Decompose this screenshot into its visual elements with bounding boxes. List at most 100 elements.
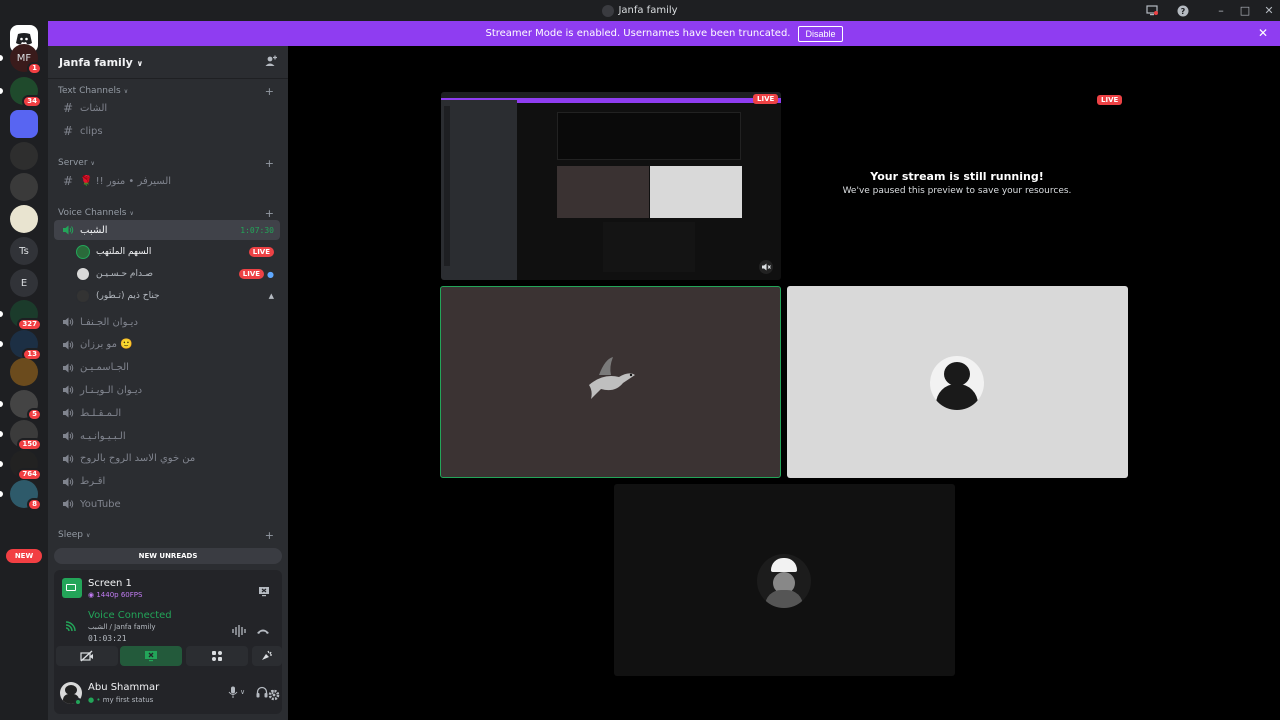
camera-toggle-button[interactable] [56, 646, 118, 666]
server-icon[interactable] [10, 142, 38, 170]
text-channel[interactable]: # clips [54, 121, 280, 141]
channel-name: الـبـيـوانـيـه [80, 430, 126, 442]
server-shield-icon[interactable] [10, 205, 38, 233]
avatar [76, 267, 90, 281]
mute-stream-icon[interactable] [759, 260, 773, 274]
monitor-icon[interactable] [1141, 0, 1163, 21]
voice-channel[interactable]: YouTube [54, 494, 280, 514]
create-channel-icon[interactable]: + [265, 157, 274, 170]
voice-user[interactable]: صـدام حـسـيـن LIVE ● [76, 264, 280, 284]
voice-channel[interactable]: ديـوان الـويـنـار [54, 380, 280, 400]
voice-channel[interactable]: الـمـقـلـط [54, 403, 280, 423]
server-header[interactable]: Janfa family ∨ [48, 46, 288, 79]
settings-gear-icon[interactable] [268, 686, 280, 705]
text-channel[interactable]: # الشات [54, 98, 280, 118]
stop-streaming-icon[interactable] [258, 582, 270, 601]
minimize-icon[interactable]: – [1210, 0, 1232, 21]
avatar [76, 289, 90, 303]
paused-preview-tile[interactable]: LIVE Your stream is still running! We've… [787, 92, 1127, 280]
preview-live-badge: LIVE [753, 94, 779, 104]
folder-icon[interactable] [10, 110, 38, 138]
server-e-icon[interactable]: E [10, 269, 38, 297]
server-icon[interactable] [10, 173, 38, 201]
voice-timer: 01:03:21 [88, 634, 127, 643]
preview-paused-subtitle: We've paused this preview to save your r… [842, 186, 1072, 196]
voice-user[interactable]: جناح ذيم (تـطور) ▲ [76, 286, 280, 306]
hashtag-icon: # [62, 124, 74, 138]
category-text-channels[interactable]: Text Channels ∨ + [58, 85, 276, 98]
channel-name: ديـوان الـويـنـار [80, 384, 143, 396]
hashtag-icon: # [62, 101, 74, 115]
voice-channel[interactable]: الجـاسمـيـن [54, 358, 280, 378]
voice-user-name: صـدام حـسـيـن [96, 269, 154, 279]
server-icon[interactable]: 150 [10, 420, 42, 451]
participant-tile-2[interactable] [787, 286, 1128, 478]
voice-user-name: جناح ذيم (تـطور) [96, 291, 160, 301]
server-mf-icon[interactable]: MF 1 [10, 44, 42, 75]
participant-avatar [930, 356, 984, 410]
new-servers-badge[interactable]: NEW [6, 549, 42, 563]
microphone-icon[interactable]: ∨ [228, 686, 245, 698]
screen-quality: ◉ 1440p 60FPS [88, 591, 142, 599]
mention-badge: 5 [27, 408, 42, 421]
voice-user[interactable]: السهم الملتهب LIVE [76, 242, 280, 262]
speaker-icon [60, 385, 76, 395]
category-label: Text Channels [58, 86, 121, 96]
username[interactable]: Abu Shammar [88, 682, 159, 693]
create-channel-icon[interactable]: + [265, 529, 274, 542]
new-unreads-button[interactable]: NEW UNREADS [54, 548, 282, 564]
voice-channel[interactable]: الـبـيـوانـيـه [54, 426, 280, 446]
server-icon[interactable]: 5 [10, 390, 42, 421]
channel-timer: 1:07:30 [240, 225, 274, 235]
voice-channel[interactable]: اقـرط [54, 472, 280, 492]
title-bar: Janfa family ? – □ ✕ [0, 0, 1280, 21]
voice-channel-active[interactable]: الشبب 1:07:30 [54, 220, 280, 240]
server-icon[interactable]: 13 [10, 330, 42, 361]
voice-channel[interactable]: من خوي الاسد الروح بالروح [54, 449, 280, 469]
category-sleep[interactable]: Sleep ∨ + [58, 529, 276, 542]
invite-people-icon[interactable] [265, 55, 277, 70]
server-green-icon[interactable]: 34 [10, 77, 42, 108]
create-channel-icon[interactable]: + [265, 207, 274, 220]
speaker-icon [60, 477, 76, 487]
stream-preview-tile[interactable]: LIVE [441, 92, 781, 280]
screen-thumbnail-icon [62, 578, 82, 598]
participant-tile-3[interactable] [614, 484, 955, 676]
disable-streamer-mode-button[interactable]: Disable [798, 25, 843, 42]
noise-suppression-icon[interactable] [232, 622, 246, 641]
screen-share-button[interactable] [120, 646, 182, 666]
voice-connection-panel: Voice Connected الشبب / Janfa family 01:… [54, 606, 282, 672]
mention-badge: 327 [17, 318, 42, 331]
activities-button[interactable] [186, 646, 248, 666]
soundboard-button[interactable] [252, 646, 282, 666]
channel-name: ديـوان الجـنفـا [80, 316, 138, 328]
live-badge: LIVE [248, 247, 274, 257]
category-label: Sleep [58, 530, 84, 540]
banner-close-icon[interactable]: ✕ [1258, 26, 1268, 40]
paused-live-badge: LIVE [1097, 95, 1123, 105]
disconnect-icon[interactable] [256, 622, 270, 641]
create-channel-icon[interactable]: + [265, 85, 274, 98]
channel-name: مو برزان 🙂 [80, 339, 133, 351]
svg-text:?: ? [1181, 7, 1186, 16]
help-icon[interactable]: ? [1172, 0, 1194, 21]
voice-channel[interactable]: ديـوان الجـنفـا [54, 312, 280, 332]
server-icon[interactable] [10, 358, 38, 386]
server-icon[interactable]: 764 [10, 450, 42, 481]
category-server[interactable]: Server ∨ + [58, 157, 276, 170]
voice-channel[interactable]: مو برزان 🙂 [54, 335, 280, 355]
voice-status[interactable]: Voice Connected [88, 610, 172, 621]
chevron-down-icon: ∨ [86, 531, 91, 539]
text-channel[interactable]: # 🌹 !! السيرفر • منور [54, 171, 280, 191]
category-voice-channels[interactable]: Voice Channels ∨ + [58, 207, 276, 220]
streamer-mode-banner: Streamer Mode is enabled. Usernames have… [48, 21, 1280, 46]
close-icon[interactable]: ✕ [1258, 0, 1280, 21]
participant-tile-speaking[interactable] [440, 286, 781, 478]
maximize-icon[interactable]: □ [1234, 0, 1256, 21]
chevron-down-icon: ∨ [123, 87, 129, 95]
unread-pill [0, 461, 3, 467]
server-icon[interactable]: 327 [10, 300, 42, 331]
user-status: ● • my first status [88, 696, 153, 704]
server-ts-icon[interactable]: Ts [10, 237, 38, 265]
server-icon[interactable]: 8 [10, 480, 42, 511]
